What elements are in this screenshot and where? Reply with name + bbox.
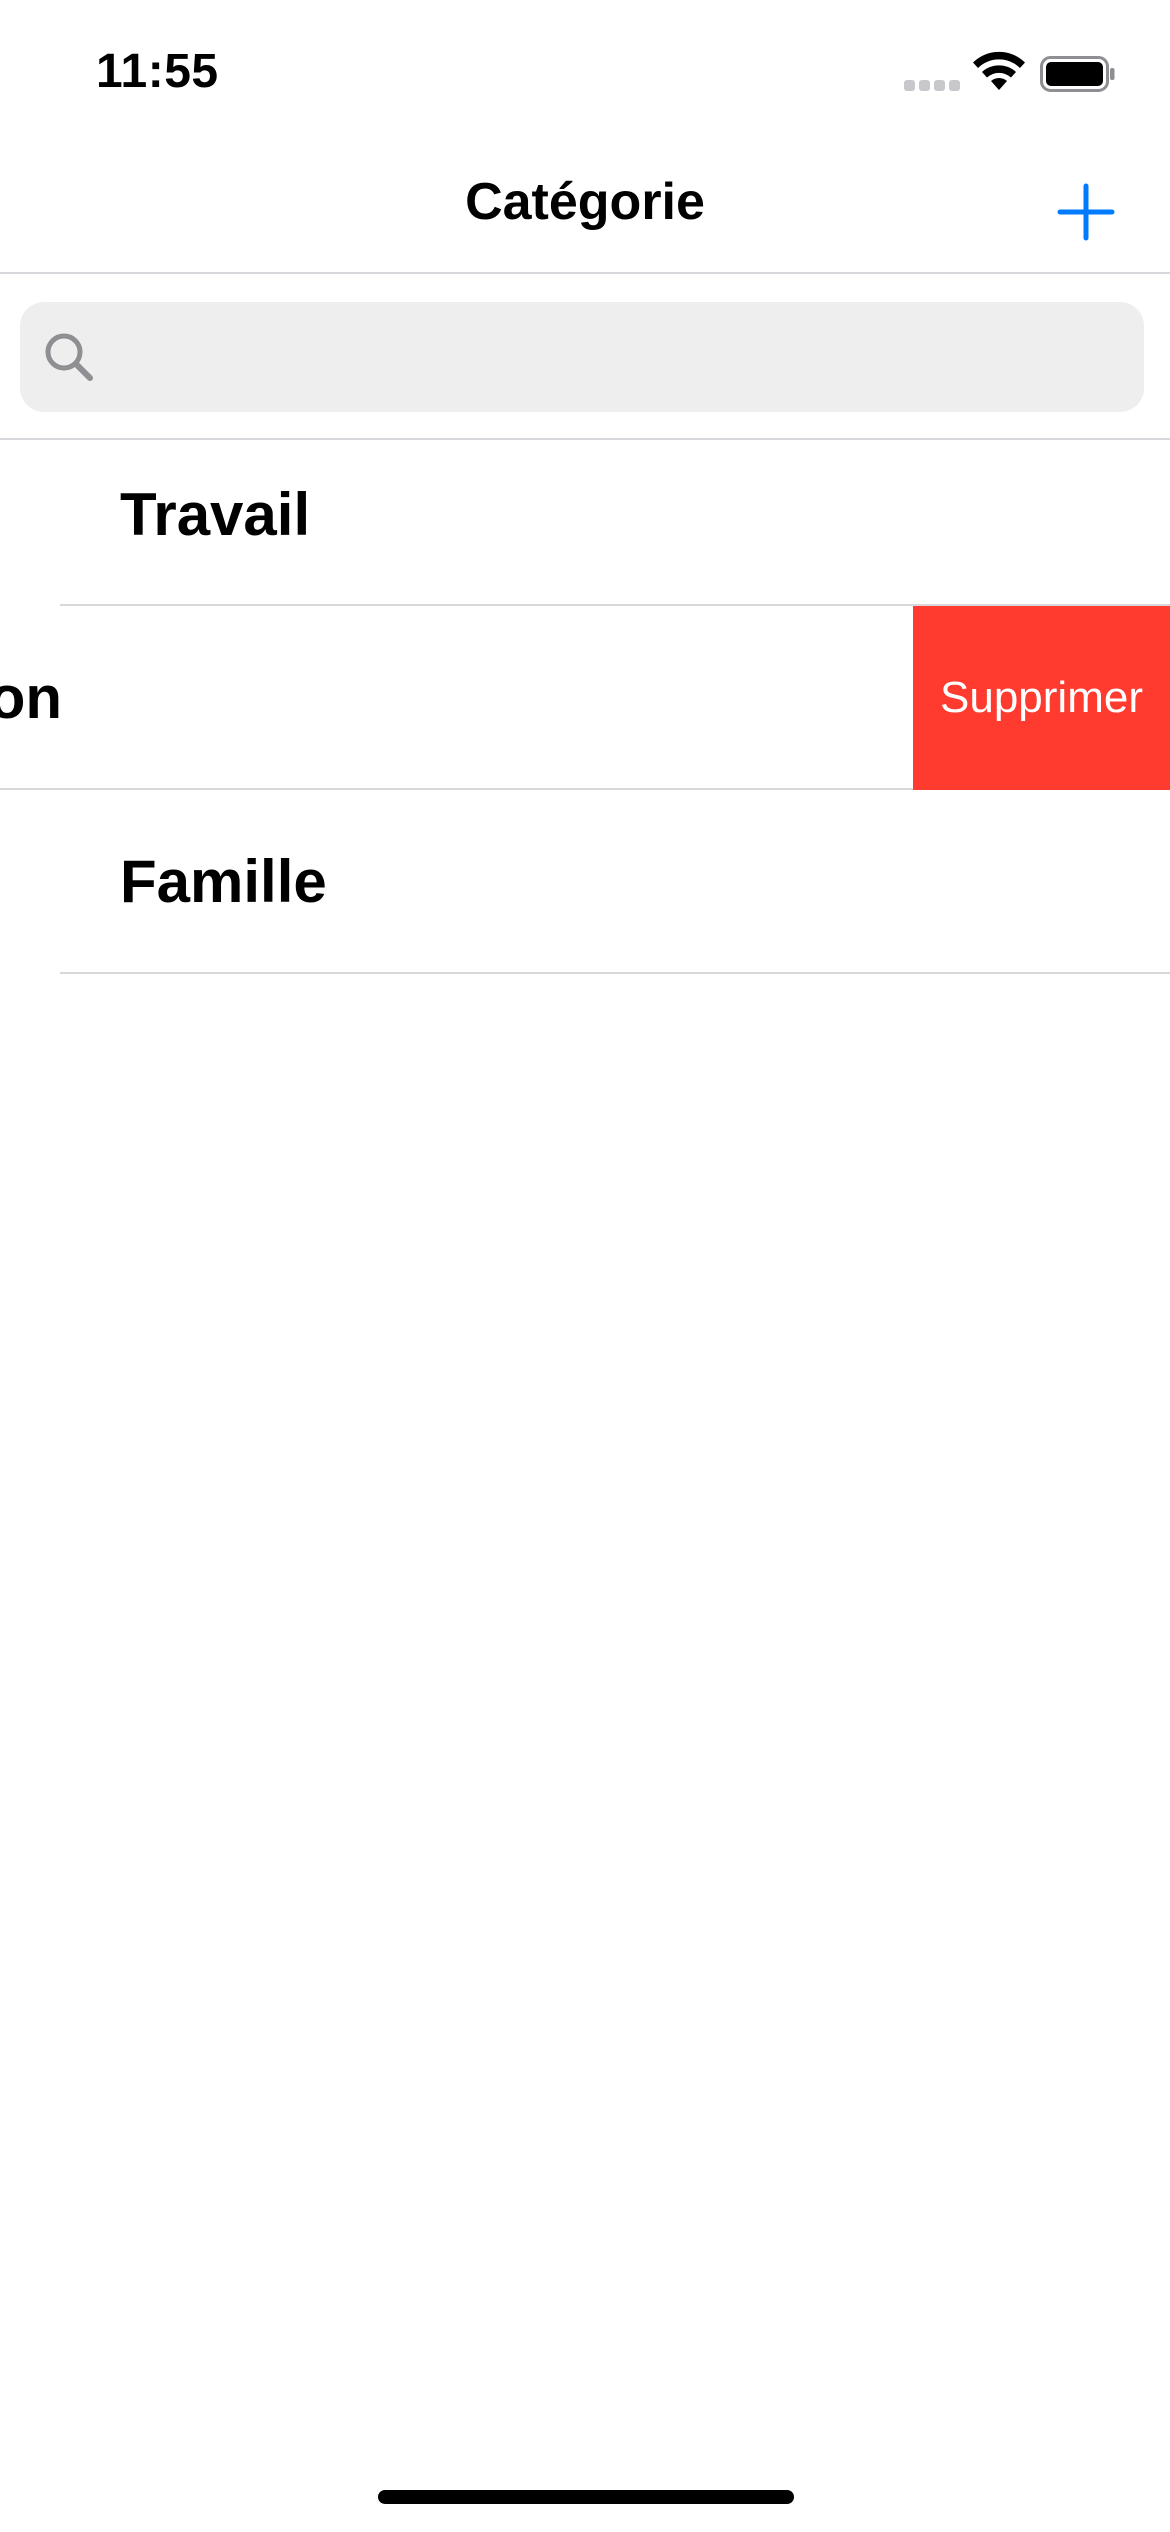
category-label: Travail — [120, 481, 311, 548]
list-item-swiped[interactable]: on Supprimer — [0, 606, 1170, 790]
home-indicator[interactable] — [378, 2490, 794, 2504]
list-item[interactable]: Travail — [0, 440, 1170, 606]
row-separator — [60, 972, 1170, 974]
cellular-signal-icon — [904, 80, 960, 92]
plus-icon — [1057, 183, 1115, 241]
page-title: Catégorie — [465, 173, 705, 231]
search-field[interactable] — [20, 302, 1144, 412]
category-label: on — [0, 664, 62, 731]
wifi-icon — [973, 51, 1025, 90]
search-bar — [0, 274, 1170, 440]
add-category-button[interactable] — [1054, 180, 1118, 244]
battery-icon — [1040, 56, 1115, 92]
search-input[interactable] — [112, 302, 1122, 412]
category-label: Famille — [120, 848, 327, 915]
delete-button[interactable]: Supprimer — [913, 606, 1170, 790]
swiped-row-content[interactable]: on — [0, 606, 913, 790]
navigation-bar: Catégorie — [0, 140, 1170, 274]
search-icon — [45, 333, 93, 381]
screen: 11:55 Catégorie Travail on Supprimer Fam… — [0, 0, 1170, 2532]
status-bar: 11:55 — [0, 0, 1170, 140]
status-time: 11:55 — [96, 45, 219, 98]
list-item[interactable]: Famille — [0, 790, 1170, 974]
